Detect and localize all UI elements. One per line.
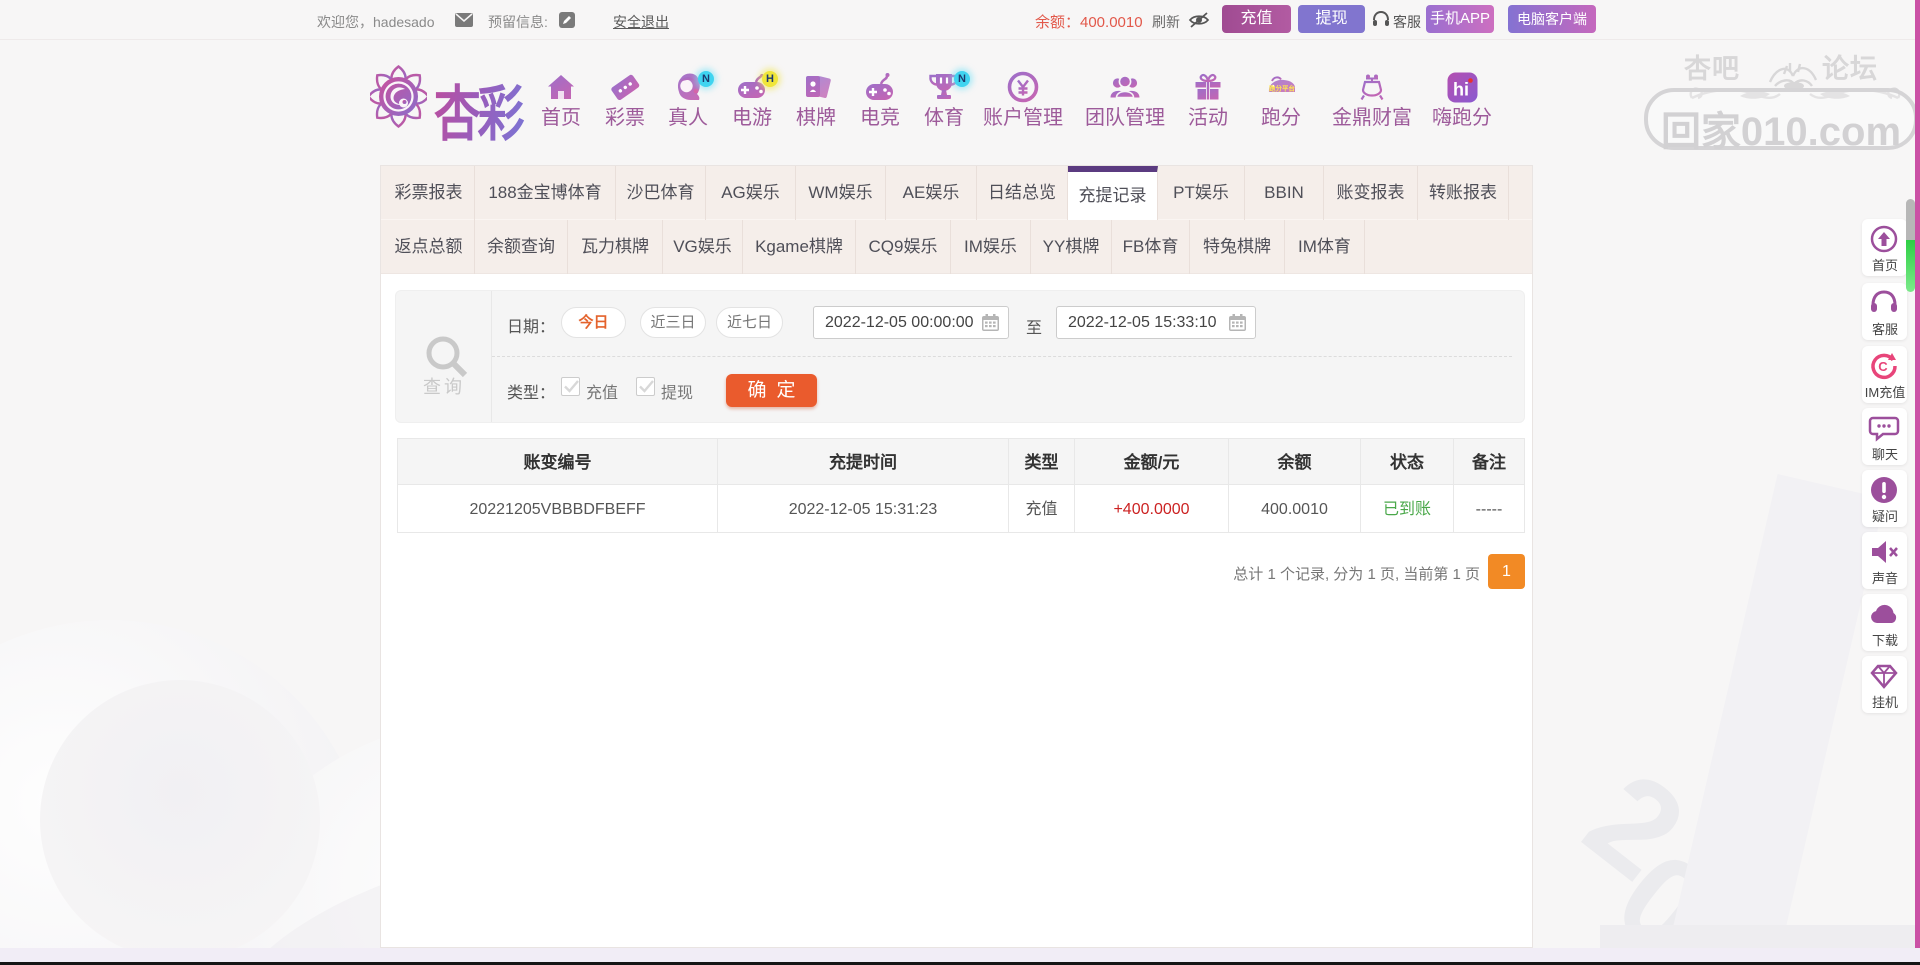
svg-text:C: C xyxy=(1878,359,1888,374)
svg-text:hi: hi xyxy=(1453,80,1469,100)
svg-text:跑分平台: 跑分平台 xyxy=(1269,84,1296,93)
